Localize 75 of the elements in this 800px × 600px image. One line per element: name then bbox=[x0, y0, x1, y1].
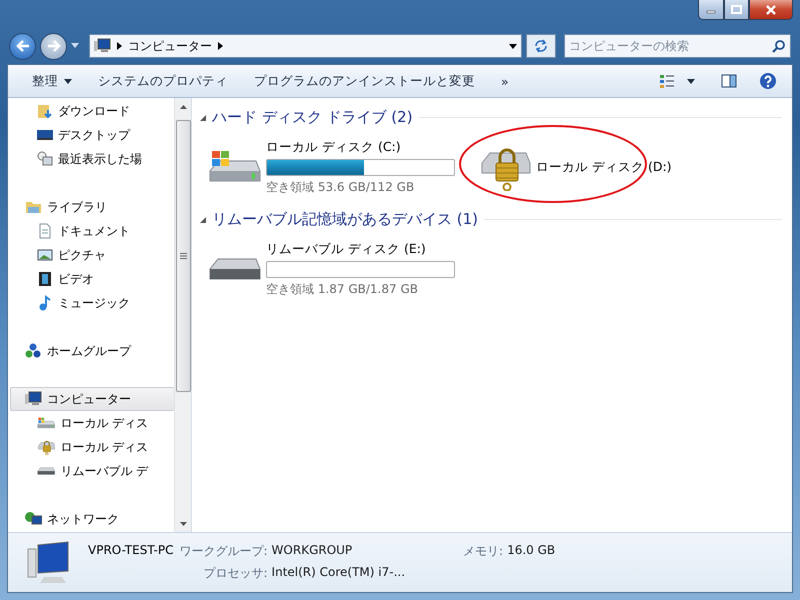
nav-item[interactable]: ダウンロード bbox=[10, 99, 174, 123]
close-icon bbox=[765, 4, 777, 14]
locked-disk-icon bbox=[37, 438, 56, 456]
caret-icon bbox=[687, 78, 695, 84]
search-field[interactable]: コンピューターの検索 bbox=[564, 34, 791, 58]
pane-icon bbox=[721, 74, 737, 88]
nav-item[interactable]: ビデオ bbox=[10, 267, 174, 291]
drive-name[interactable]: ローカル ディスク (C:) bbox=[266, 138, 455, 156]
detail-value: Intel(R) Core(TM) i7-... bbox=[272, 565, 406, 581]
scrollbar[interactable] bbox=[174, 98, 191, 532]
detail-value: 16.0 GB bbox=[507, 543, 556, 559]
maximize-icon bbox=[731, 5, 742, 14]
nav-item[interactable]: ホームグループ bbox=[10, 339, 174, 363]
library-folder-icon bbox=[25, 199, 42, 215]
drive-name[interactable]: ローカル ディスク (D:) bbox=[536, 158, 672, 176]
nav-item[interactable]: ローカル ディス bbox=[10, 411, 174, 435]
free-space-text: 空き領域 53.6 GB/112 GB bbox=[266, 178, 416, 196]
detail-label: メモリ: bbox=[463, 543, 504, 560]
collapse-triangle-icon bbox=[200, 115, 206, 121]
nav-item[interactable]: コンピューター bbox=[10, 387, 174, 411]
back-arrow-icon bbox=[16, 40, 30, 52]
nav-item[interactable]: ライブラリ bbox=[10, 195, 174, 219]
nav-item[interactable]: ローカル ディス bbox=[10, 435, 174, 459]
computer-icon bbox=[94, 38, 111, 54]
desktop-icon bbox=[37, 127, 53, 143]
grip-icon bbox=[180, 253, 186, 259]
forward-arrow-icon bbox=[46, 40, 60, 52]
toolbar-button[interactable]: プログラムのアンインストールと変更 bbox=[242, 68, 487, 94]
help-icon bbox=[759, 72, 777, 90]
nav-item[interactable]: ミュージック bbox=[10, 291, 174, 315]
minimize-button[interactable] bbox=[698, 0, 724, 20]
nav-item[interactable]: リムーバブル デ bbox=[10, 459, 174, 483]
nav-item[interactable]: ピクチャ bbox=[10, 243, 174, 267]
forward-button[interactable] bbox=[40, 32, 67, 60]
network-icon bbox=[25, 511, 42, 527]
refresh-icon bbox=[533, 39, 549, 53]
nav-item[interactable]: デスクトップ bbox=[10, 123, 174, 147]
scroll-up-icon bbox=[180, 104, 186, 108]
picture-icon bbox=[37, 247, 53, 263]
document-icon bbox=[37, 223, 53, 239]
group-header[interactable]: ハード ディスク ドライブ (2) bbox=[212, 108, 413, 126]
detail-value: WORKGROUP bbox=[272, 543, 354, 559]
toolbar-button[interactable]: システムのプロパティ bbox=[86, 68, 240, 94]
scroll-down-icon bbox=[180, 522, 186, 526]
address-bar[interactable]: コンピューター bbox=[89, 34, 522, 58]
close-button[interactable] bbox=[749, 0, 793, 20]
toolbar-button[interactable]: » bbox=[489, 70, 521, 92]
maximize-button[interactable] bbox=[724, 0, 749, 20]
recent-places-icon bbox=[37, 151, 53, 167]
organize-menu[interactable]: 整理 bbox=[20, 68, 84, 94]
detail-label: プロセッサ: bbox=[202, 565, 268, 582]
nav-item[interactable]: ドキュメント bbox=[10, 219, 174, 243]
back-button[interactable] bbox=[9, 32, 36, 60]
computer-icon bbox=[25, 391, 42, 407]
view-list-icon bbox=[659, 74, 675, 88]
caret-icon bbox=[64, 78, 72, 84]
folder-download-icon bbox=[37, 103, 53, 119]
collapse-triangle-icon bbox=[200, 217, 206, 223]
refresh-button[interactable] bbox=[526, 34, 556, 58]
dropdown-caret-icon bbox=[509, 44, 517, 48]
search-icon bbox=[772, 39, 786, 53]
detail-label: ワークグループ: bbox=[180, 543, 268, 560]
nav-item[interactable]: ネットワーク bbox=[10, 507, 174, 531]
history-caret-icon bbox=[71, 43, 79, 49]
free-space-text: 空き領域 1.87 GB/1.87 GB bbox=[266, 280, 419, 298]
homegroup-icon bbox=[25, 343, 42, 359]
breadcrumb-item[interactable]: コンピューター bbox=[128, 38, 212, 54]
nav-item[interactable]: 最近表示した場 bbox=[10, 147, 174, 171]
breadcrumb-arrow-icon bbox=[117, 42, 122, 50]
drive-name[interactable]: リムーバブル ディスク (E:) bbox=[266, 240, 455, 258]
group-header[interactable]: リムーバブル記憶域があるデバイス (1) bbox=[212, 210, 478, 228]
breadcrumb-arrow-icon bbox=[218, 42, 223, 50]
film-icon bbox=[37, 271, 53, 287]
music-note-icon bbox=[37, 295, 53, 311]
computer-name: VPRO-TEST-PC bbox=[88, 543, 174, 559]
